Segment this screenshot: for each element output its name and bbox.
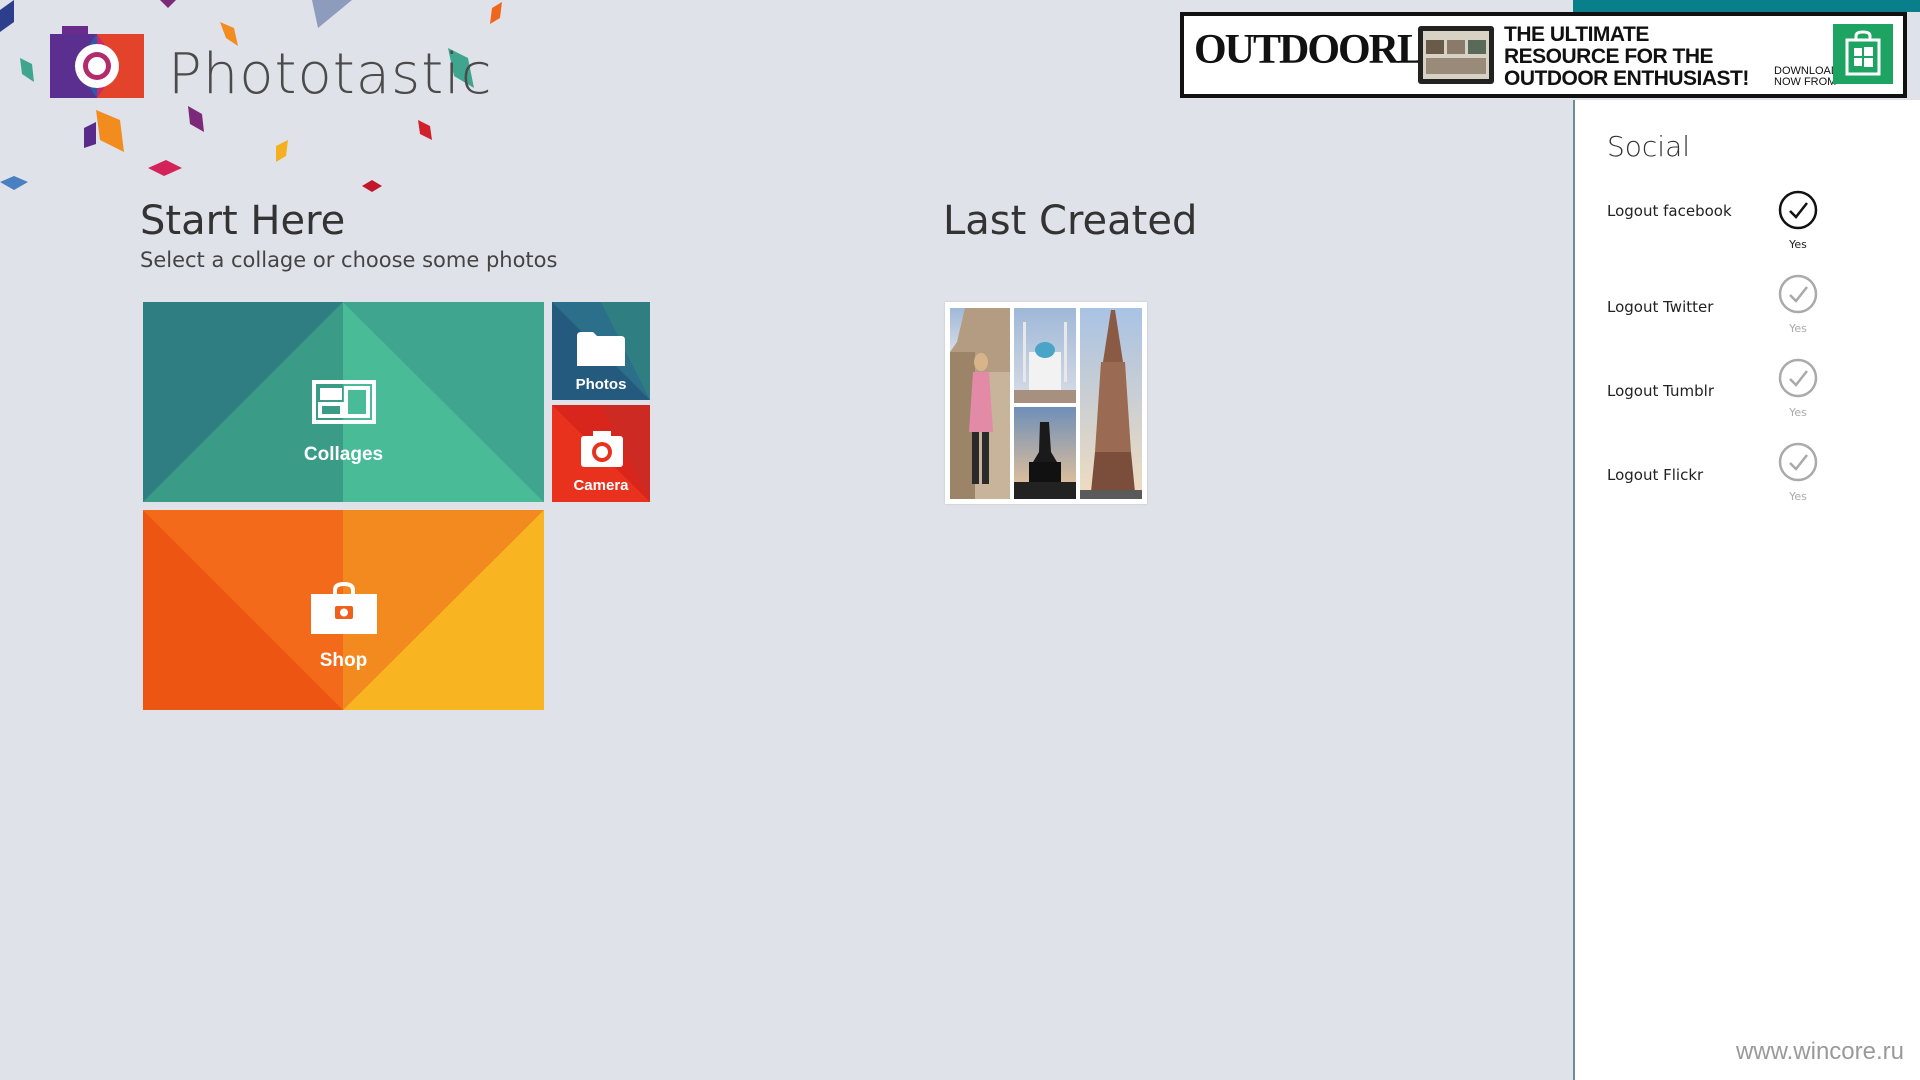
watermark: www.wincore.ru	[1735, 1038, 1904, 1065]
collage-thumbnail-image	[950, 308, 1142, 499]
ad-banner[interactable]: OUTDOORLIFE THE ULTIMATE RESOURCE FOR TH…	[1180, 12, 1907, 98]
camera-label: Camera	[573, 477, 629, 494]
logout-facebook-label: Logout facebook	[1607, 202, 1732, 220]
social-row-tumblr: Logout Tumblr Yes	[1607, 358, 1907, 428]
ad-download-text: DOWNLOAD NOW FROM	[1774, 65, 1839, 88]
logout-flickr-label: Logout Flickr	[1607, 466, 1704, 484]
logout-tumblr-state: Yes	[1789, 406, 1807, 419]
logout-twitter-label: Logout Twitter	[1607, 298, 1714, 316]
last-created-collage[interactable]	[945, 302, 1147, 504]
collages-tile[interactable]: Collages	[143, 302, 544, 502]
shopping-bag-icon	[311, 582, 377, 634]
charm-bar-strip	[1573, 0, 1920, 12]
collage-grid-icon	[312, 380, 376, 424]
photos-tile[interactable]: Photos	[552, 302, 650, 400]
logout-tumblr-toggle[interactable]	[1778, 358, 1818, 398]
logout-twitter-state: Yes	[1789, 322, 1807, 335]
logout-facebook-state: Yes	[1789, 238, 1807, 251]
last-created-title: Last Created	[943, 198, 1198, 244]
ad-tablet-image	[1418, 26, 1494, 84]
ad-headline: THE ULTIMATE RESOURCE FOR THE OUTDOOR EN…	[1504, 23, 1749, 90]
logout-twitter-toggle[interactable]	[1778, 274, 1818, 314]
shop-tile[interactable]: Shop	[143, 510, 544, 710]
camera-tile[interactable]: Camera	[552, 405, 650, 502]
collages-label: Collages	[303, 444, 384, 465]
camera-icon	[581, 431, 623, 467]
photos-label: Photos	[575, 376, 627, 393]
store-bag-icon	[1845, 30, 1881, 76]
logout-tumblr-label: Logout Tumblr	[1607, 382, 1714, 400]
social-row-twitter: Logout Twitter Yes	[1607, 274, 1907, 344]
logout-flickr-toggle[interactable]	[1778, 442, 1818, 482]
shop-label: Shop	[319, 650, 368, 671]
logout-flickr-state: Yes	[1789, 490, 1807, 503]
folder-icon	[577, 332, 625, 366]
social-title: Social	[1607, 130, 1691, 163]
start-here-title: Start Here	[140, 198, 346, 244]
social-settings-panel: Social Logout facebook Yes Logout Twitte…	[1573, 100, 1920, 1080]
windows-store-icon[interactable]	[1833, 24, 1893, 84]
app-logo	[50, 26, 144, 98]
start-here-subtitle: Select a collage or choose some photos	[140, 248, 558, 272]
logout-facebook-toggle[interactable]	[1778, 190, 1818, 230]
social-row-flickr: Logout Flickr Yes	[1607, 442, 1907, 512]
social-row-facebook: Logout facebook Yes	[1607, 190, 1907, 260]
app-title: Phototastic	[168, 42, 493, 107]
